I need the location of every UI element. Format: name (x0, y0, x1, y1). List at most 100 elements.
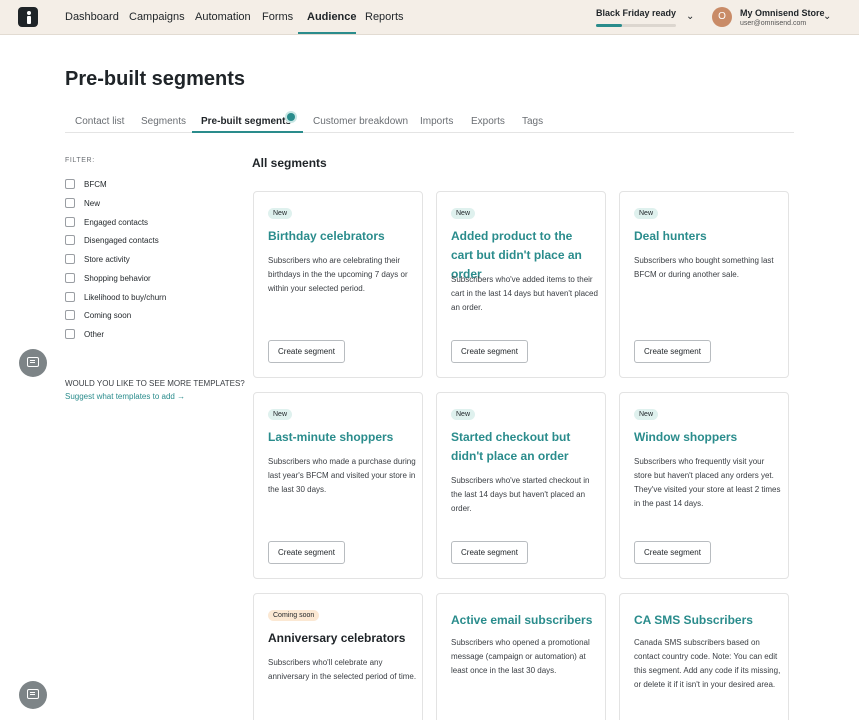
segment-card-last-minute[interactable]: New Last-minute shoppers Subscribers who… (253, 392, 423, 579)
card-description: Subscribers who are celebrating their bi… (268, 256, 408, 293)
card-description: Subscribers who frequently visit your st… (634, 457, 781, 508)
card-description: Subscribers who've added items to their … (451, 275, 598, 312)
tabs-divider (65, 132, 794, 133)
chat-icon[interactable] (19, 349, 47, 377)
new-badge: New (451, 409, 476, 420)
coming-soon-badge: Coming soon (268, 610, 320, 621)
filter-label: Coming soon (84, 310, 132, 320)
create-segment-button[interactable]: Create segment (451, 340, 528, 363)
nav-reports[interactable]: Reports (365, 11, 404, 23)
filter-label: Other (84, 329, 105, 339)
filter-label: Engaged contacts (84, 217, 149, 227)
filter-item-disengaged-contacts[interactable]: Disengaged contacts (65, 235, 159, 245)
create-segment-button[interactable]: Create segment (634, 340, 711, 363)
tab-segments[interactable]: Segments (141, 116, 186, 127)
nav-active-indicator (298, 32, 356, 34)
new-indicator-dot (287, 113, 295, 121)
new-badge: New (634, 409, 659, 420)
card-title[interactable]: CA SMS Subscribers (634, 611, 780, 630)
card-description: Subscribers who opened a promotional mes… (451, 638, 590, 675)
chevron-down-icon[interactable]: ⌄ (686, 11, 694, 22)
card-title[interactable]: Started checkout but didn't place an ord… (451, 428, 597, 466)
card-title[interactable]: Active email subscribers (451, 611, 597, 630)
nav-audience[interactable]: Audience (307, 11, 357, 23)
segment-card-abandoned-cart[interactable]: New Added product to the cart but didn't… (436, 191, 606, 378)
filter-item-new[interactable]: New (65, 198, 100, 208)
chat-icon[interactable] (19, 681, 47, 709)
checkbox[interactable] (65, 254, 75, 264)
card-description: Subscribers who bought something last BF… (634, 256, 774, 279)
filter-label: Store activity (84, 254, 130, 264)
new-badge: New (634, 208, 659, 219)
filter-item-bfcm[interactable]: BFCM (65, 179, 107, 189)
black-friday-progress-fill (596, 24, 623, 27)
create-segment-button[interactable]: Create segment (634, 541, 711, 564)
tab-tags[interactable]: Tags (522, 116, 543, 127)
tab-contact-list[interactable]: Contact list (75, 116, 124, 127)
checkbox[interactable] (65, 292, 75, 302)
card-title[interactable]: Birthday celebrators (268, 227, 414, 246)
segment-card-ca-sms[interactable]: CA SMS Subscribers Canada SMS subscriber… (619, 593, 789, 720)
section-title: All segments (252, 156, 327, 170)
card-title[interactable]: Window shoppers (634, 428, 780, 447)
filter-label: BFCM (84, 179, 107, 189)
card-description: Subscribers who made a purchase during l… (268, 457, 416, 494)
card-description: Canada SMS subscribers based on contact … (634, 638, 781, 689)
nav-campaigns[interactable]: Campaigns (129, 11, 185, 23)
filter-label: Shopping behavior (84, 273, 151, 283)
filter-label: New (84, 198, 101, 208)
nav-forms[interactable]: Forms (262, 11, 293, 23)
filter-item-engaged-contacts[interactable]: Engaged contacts (65, 217, 148, 227)
nav-automation[interactable]: Automation (195, 11, 251, 23)
segment-card-started-checkout[interactable]: New Started checkout but didn't place an… (436, 392, 606, 579)
top-navigation: Dashboard Campaigns Automation Forms Aud… (0, 0, 859, 35)
segment-card-window-shoppers[interactable]: New Window shoppers Subscribers who freq… (619, 392, 789, 579)
store-name[interactable]: My Omnisend Store (740, 8, 825, 18)
checkbox[interactable] (65, 217, 75, 227)
card-title[interactable]: Last-minute shoppers (268, 428, 414, 447)
new-badge: New (268, 208, 293, 219)
segment-card-active-email[interactable]: Active email subscribers Subscribers who… (436, 593, 606, 720)
avatar[interactable]: O (712, 7, 732, 27)
suggest-templates-link[interactable]: Suggest what templates to add → (65, 392, 185, 401)
card-title: Anniversary celebrators (268, 631, 406, 645)
new-badge: New (451, 208, 476, 219)
tab-imports[interactable]: Imports (420, 116, 453, 127)
tab-exports[interactable]: Exports (471, 116, 505, 127)
filter-item-store-activity[interactable]: Store activity (65, 254, 130, 264)
checkbox[interactable] (65, 329, 75, 339)
filter-item-shopping-behavior[interactable]: Shopping behavior (65, 273, 151, 283)
card-description: Subscribers who've started checkout in t… (451, 476, 590, 513)
tab-customer-breakdown[interactable]: Customer breakdown (313, 116, 408, 127)
filter-label: Disengaged contacts (84, 235, 159, 245)
black-friday-progress[interactable] (596, 24, 676, 27)
create-segment-button[interactable]: Create segment (268, 340, 345, 363)
filter-item-coming-soon[interactable]: Coming soon (65, 310, 131, 320)
checkbox[interactable] (65, 273, 75, 283)
checkbox[interactable] (65, 198, 75, 208)
omnisend-logo[interactable] (18, 7, 38, 27)
new-badge: New (268, 409, 293, 420)
page-title: Pre-built segments (65, 68, 246, 90)
filter-title: FILTER: (65, 157, 95, 164)
checkbox[interactable] (65, 179, 75, 189)
black-friday-label[interactable]: Black Friday ready (596, 8, 676, 18)
nav-dashboard[interactable]: Dashboard (65, 11, 119, 23)
more-templates-question: WOULD YOU LIKE TO SEE MORE TEMPLATES? (65, 379, 245, 388)
tab-pre-built-segments[interactable]: Pre-built segments (201, 116, 291, 127)
filter-item-other[interactable]: Other (65, 329, 104, 339)
segment-card-anniversary[interactable]: Coming soon Anniversary celebrators Subs… (253, 593, 423, 720)
segment-card-birthday[interactable]: New Birthday celebrators Subscribers who… (253, 191, 423, 378)
store-email: user@omnisend.com (740, 20, 807, 27)
tab-active-indicator (192, 131, 303, 133)
chevron-down-icon[interactable]: ⌄ (823, 11, 831, 22)
card-title[interactable]: Deal hunters (634, 227, 780, 246)
create-segment-button[interactable]: Create segment (451, 541, 528, 564)
segment-card-deal-hunters[interactable]: New Deal hunters Subscribers who bought … (619, 191, 789, 378)
checkbox[interactable] (65, 310, 75, 320)
checkbox[interactable] (65, 235, 75, 245)
filter-label: Likelihood to buy/churn (84, 292, 167, 302)
filter-item-likelihood[interactable]: Likelihood to buy/churn (65, 292, 166, 302)
card-description: Subscribers who'll celebrate any anniver… (268, 658, 417, 681)
create-segment-button[interactable]: Create segment (268, 541, 345, 564)
